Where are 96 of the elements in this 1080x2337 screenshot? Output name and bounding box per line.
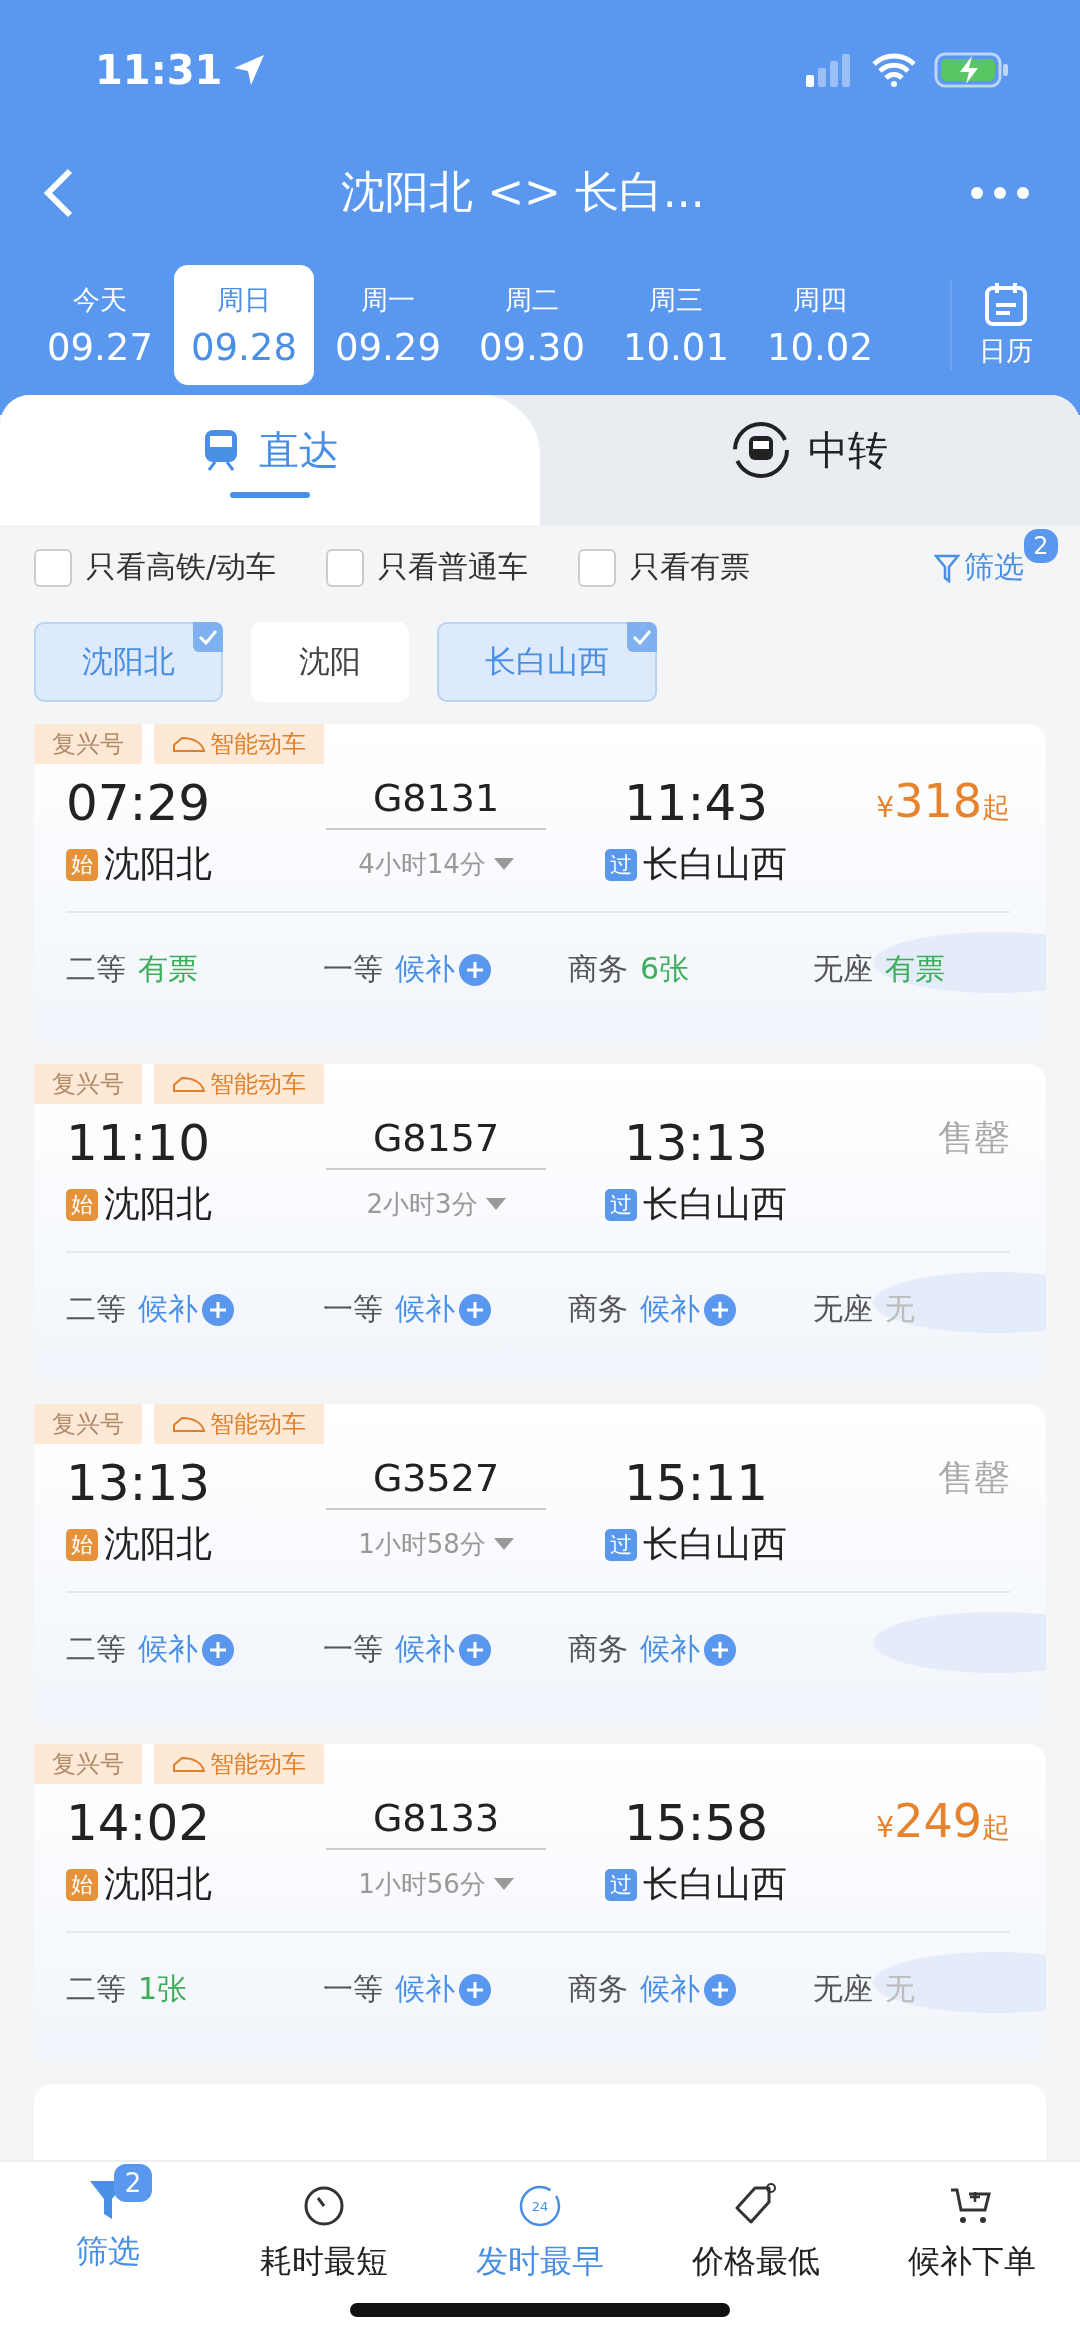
departure-station: 沈阳北 — [104, 1522, 212, 1566]
pass-mark: 过 — [605, 1528, 637, 1561]
plus-icon[interactable] — [459, 953, 491, 986]
train-icon — [172, 1075, 206, 1093]
seat-availability[interactable]: 无座 有票 — [801, 949, 1010, 990]
departure-station: 沈阳北 — [104, 842, 212, 886]
arrival-time: 11:43 — [623, 774, 769, 832]
arrival-time: 15:58 — [623, 1794, 769, 1852]
departure-time: 13:13 — [66, 1454, 211, 1512]
seat-availability[interactable]: 商务 候补 — [556, 1629, 801, 1670]
train-card[interactable]: 复兴号 智能动车 14:02 G8133 15:58 ¥249起 始 沈阳北 1小时56分 过 长白山西 二等 1张 一等 候补 商务 候补 无座 无 — [34, 1744, 1046, 2062]
plus-icon[interactable] — [459, 1633, 491, 1666]
price: ¥249起 — [876, 1794, 1010, 1850]
train-number: G8131 — [326, 776, 546, 830]
departure-station: 沈阳北 — [104, 1182, 212, 1226]
plus-icon[interactable] — [704, 1973, 736, 2006]
train-tag: 智能动车 — [154, 1404, 324, 1444]
train-card[interactable]: 复兴号 智能动车 11:10 G8157 13:13 售罄 始 沈阳北 2小时3分 过 长白山西 二等 候补 一等 候补 商务 候补 无座 无 — [34, 1064, 1046, 1382]
caret-icon — [493, 1537, 514, 1552]
seat-availability[interactable]: 一等 候补 — [311, 1629, 556, 1670]
filter-checkbox[interactable]: 只看普通车 — [326, 547, 529, 588]
train-icon — [172, 1415, 206, 1433]
seat-availability[interactable]: 无座 无 — [801, 1969, 1010, 2010]
seat-availability[interactable]: 一等 候补 — [311, 1969, 556, 2010]
count-badge: 2 — [114, 2164, 152, 2202]
plus-icon[interactable] — [459, 1293, 491, 1326]
caret-icon — [493, 857, 514, 872]
departure-time: 14:02 — [66, 1794, 211, 1852]
train-transfer-icon — [732, 421, 790, 479]
train-icon — [172, 1755, 206, 1773]
filter-checkbox[interactable]: 只看高铁/动车 — [34, 547, 277, 588]
filter-icon — [934, 552, 960, 583]
arrival-station: 长白山西 — [643, 1182, 787, 1226]
sold-out-label: 售罄 — [938, 1116, 1010, 1160]
train-number: G8157 — [326, 1116, 546, 1170]
check-icon — [627, 622, 657, 652]
seat-availability[interactable]: 二等 候补 — [66, 1629, 311, 1670]
wifi-icon — [872, 53, 916, 87]
plus-icon[interactable] — [459, 1973, 491, 2006]
route-title: 沈阳北 <> 长白... — [341, 165, 705, 219]
train-tag: 智能动车 — [154, 1064, 324, 1104]
arrival-station: 长白山西 — [643, 842, 787, 886]
seat-availability[interactable]: 二等 候补 — [66, 1289, 311, 1330]
train-card[interactable]: 复兴号 智能动车 07:29 G8131 11:43 ¥318起 始 沈阳北 4小时14分 过 长白山西 二等 有票 一等 候补 商务 6张 无座 有票 — [34, 724, 1046, 1042]
arrival-station: 长白山西 — [643, 1862, 787, 1906]
count-badge: 2 — [1024, 529, 1058, 563]
origin-mark: 始 — [66, 1528, 98, 1561]
train-number: G8133 — [326, 1796, 546, 1850]
arrival-station: 长白山西 — [643, 1522, 787, 1566]
seat-availability[interactable]: 商务 候补 — [556, 1969, 801, 2010]
plus-icon[interactable] — [704, 1293, 736, 1326]
check-icon — [193, 622, 223, 652]
seat-availability[interactable]: 二等 有票 — [66, 949, 311, 990]
train-card[interactable]: 复兴号 智能动车 13:13 G3527 15:11 售罄 始 沈阳北 1小时58分 过 长白山西 二等 候补 一等 候补 商务 候补 — [34, 1404, 1046, 1722]
departure-station: 沈阳北 — [104, 1862, 212, 1906]
caret-icon — [493, 1877, 514, 1892]
sort-tab[interactable]: 候补下单 — [864, 2162, 1080, 2337]
departure-time: 11:10 — [66, 1114, 211, 1172]
filter-checkbox[interactable]: 只看有票 — [578, 547, 751, 588]
train-tag: 复兴号 — [34, 724, 142, 764]
pass-mark: 过 — [605, 1868, 637, 1901]
caret-icon — [485, 1197, 506, 1212]
sold-out-label: 售罄 — [938, 1456, 1010, 1500]
train-tag: 复兴号 — [34, 1404, 142, 1444]
departure-time: 07:29 — [66, 774, 211, 832]
train-tag: 复兴号 — [34, 1064, 142, 1104]
pass-mark: 过 — [605, 848, 637, 881]
plus-icon[interactable] — [704, 1633, 736, 1666]
seat-availability[interactable]: 二等 1张 — [66, 1969, 311, 2010]
origin-mark: 始 — [66, 1868, 98, 1901]
seat-availability[interactable]: 商务 6张 — [556, 949, 801, 990]
location-arrow-icon — [232, 53, 267, 87]
pass-mark: 过 — [605, 1188, 637, 1221]
train-number: G3527 — [326, 1456, 546, 1510]
train-tag: 智能动车 — [154, 1744, 324, 1784]
battery-charging-icon — [934, 52, 1010, 88]
plus-icon[interactable] — [202, 1633, 234, 1666]
train-tag: 复兴号 — [34, 1744, 142, 1784]
plus-icon[interactable] — [202, 1293, 234, 1326]
arrival-time: 13:13 — [623, 1114, 769, 1172]
train-icon — [172, 735, 206, 753]
sort-tab[interactable]: 耗时最短 — [216, 2162, 432, 2337]
train-tag: 智能动车 — [154, 724, 324, 764]
seat-availability[interactable]: 商务 候补 — [556, 1289, 801, 1330]
calendar-icon — [983, 281, 1029, 327]
seat-availability[interactable]: 无座 无 — [801, 1289, 1010, 1330]
seat-availability[interactable]: 一等 候补 — [311, 949, 556, 990]
more-icon[interactable] — [970, 185, 1030, 200]
price: ¥318起 — [876, 774, 1010, 830]
status-time: 11:31 — [95, 47, 223, 93]
sort-tab[interactable]: 价格最低 — [648, 2162, 864, 2337]
origin-mark: 始 — [66, 848, 98, 881]
origin-mark: 始 — [66, 1188, 98, 1221]
station-chip[interactable]: 沈阳 — [251, 622, 409, 702]
arrival-time: 15:11 — [623, 1454, 769, 1512]
seat-availability[interactable]: 一等 候补 — [311, 1289, 556, 1330]
